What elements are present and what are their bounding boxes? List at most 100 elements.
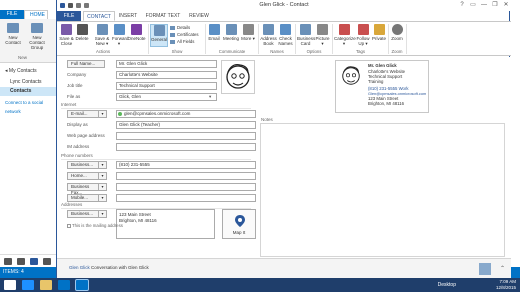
im-address-field[interactable] [116, 143, 256, 151]
email-button[interactable]: Email [207, 24, 221, 41]
full-name-field[interactable]: Mr. Glen Glick [116, 60, 217, 68]
job-title-field[interactable]: Technical Support [116, 82, 217, 90]
forward-button[interactable]: Forward ▾ [112, 24, 129, 46]
new-contact-button[interactable]: New Contact [2, 23, 24, 45]
outlook-taskbar-icon[interactable] [75, 279, 89, 291]
ribbon-display-button[interactable]: ▭ [468, 1, 478, 9]
private-button[interactable]: Private [372, 24, 386, 41]
phone-business-button[interactable]: Business... [67, 161, 99, 169]
chevron-up-icon[interactable]: ⌃ [500, 265, 505, 272]
phone-fax-arrow[interactable]: ▾ [99, 183, 107, 191]
meeting-icon [225, 24, 237, 35]
taskbar-clock[interactable]: 7:09 AM 12/8/2015 [496, 279, 516, 291]
card-city: Brighton, MI 48116 [368, 101, 404, 106]
tasks-icon[interactable] [43, 258, 51, 265]
nav-lync-contacts[interactable]: Lync Contacts [0, 78, 56, 87]
tab-format-text[interactable]: FORMAT TEXT [141, 11, 185, 21]
calendar-icon[interactable] [17, 258, 25, 265]
phone-mobile-field[interactable] [116, 194, 256, 202]
email-field[interactable]: glen@cpmsales.onmicrosoft.com [116, 110, 256, 118]
check-names-icon [280, 24, 291, 35]
follow-up-button[interactable]: Follow Up ▾ [355, 24, 371, 46]
tab-contact[interactable]: CONTACT [83, 11, 115, 21]
nav-contacts[interactable]: Contacts [0, 87, 56, 96]
contact-photo[interactable] [221, 60, 255, 94]
full-name-button[interactable]: Full Name... [67, 60, 105, 68]
address-type-button[interactable]: Business... [67, 210, 99, 218]
help-button[interactable]: ? [457, 1, 467, 9]
ribbon-separator [295, 24, 296, 54]
nav-my-contacts[interactable]: ◂ My Contacts [0, 67, 56, 76]
check-names-button[interactable]: Check Names [278, 24, 293, 46]
tab-review[interactable]: REVIEW [185, 11, 213, 21]
web-page-field[interactable] [116, 132, 256, 140]
picture-label: Picture ▾ [315, 36, 330, 46]
address-type-arrow[interactable]: ▾ [99, 210, 107, 218]
people-icon[interactable] [30, 258, 38, 265]
file-as-select[interactable]: Glick, Glen [116, 93, 217, 101]
start-icon[interactable] [4, 280, 16, 290]
map-it-label: Map It [232, 230, 246, 235]
outlook-tab-file[interactable]: FILE [0, 10, 24, 19]
phone-fax-button[interactable]: Business Fax... [67, 183, 99, 195]
onenote-button[interactable]: OneNote [127, 24, 146, 41]
outlook-tab-home[interactable]: HOME [24, 10, 48, 19]
phone-fax-field[interactable] [116, 183, 256, 191]
internet-explorer-icon[interactable] [22, 280, 34, 290]
phone-business-arrow[interactable]: ▾ [99, 161, 107, 169]
mailing-address-checkbox[interactable]: This is the mailing address [67, 223, 123, 228]
new-group-label: New [18, 55, 28, 60]
save-close-button[interactable]: Save & Close [58, 24, 75, 46]
business-card-preview[interactable]: Mr. Glen Glick Charlotte's Website Techn… [335, 60, 429, 113]
delete-button[interactable]: Delete [75, 24, 89, 41]
save-close-label: Save & Close [59, 36, 74, 46]
people-avatar[interactable] [479, 263, 491, 275]
restore-button[interactable]: ❐ [490, 1, 500, 9]
company-field[interactable]: Charlotte's Website [116, 71, 217, 79]
lock-icon [373, 24, 385, 35]
map-it-button[interactable]: Map It [222, 209, 256, 239]
phone-mobile-button[interactable]: Mobile... [67, 194, 99, 202]
phone-mobile-arrow[interactable]: ▾ [99, 194, 107, 202]
contact-form: Full Name... Mr. Glen Glick Company Char… [57, 57, 511, 258]
business-card-button[interactable]: Business Card [297, 24, 315, 46]
general-button[interactable]: General [150, 24, 168, 47]
display-as-field[interactable]: Glen Glick (Teacher) [116, 121, 256, 129]
address-book-button[interactable]: Address Book [260, 24, 277, 46]
file-explorer-icon[interactable] [40, 280, 52, 290]
meeting-button[interactable]: Meeting [222, 24, 240, 41]
categorize-button[interactable]: Categorize ▾ [334, 24, 356, 46]
close-button[interactable]: ✕ [501, 1, 511, 9]
internet-section-label: Internet [61, 102, 255, 109]
window-title: Glen Glick - Contact [259, 2, 309, 8]
minimize-button[interactable]: — [479, 1, 489, 9]
people-pane-text[interactable]: Glen Glick Conversation with Glen Glick [69, 265, 149, 270]
check-names-label: Check Names [278, 36, 293, 46]
email-button-field[interactable]: E-mail... [67, 110, 99, 118]
ribbon-tabs: FILE CONTACT INSERT FORMAT TEXT REVIEW [57, 11, 511, 21]
picture-button[interactable]: Picture ▾ [315, 24, 330, 46]
tab-file[interactable]: FILE [57, 11, 81, 21]
zoom-button[interactable]: Zoom [390, 24, 404, 41]
more-button[interactable]: More ▾ [241, 24, 255, 41]
save-new-icon [96, 24, 108, 35]
certificates-button[interactable]: Certificates [170, 32, 199, 37]
phone-home-arrow[interactable]: ▾ [99, 172, 107, 180]
contact-card-icon [7, 23, 19, 33]
tab-insert[interactable]: INSERT [115, 11, 141, 21]
lync-icon[interactable] [58, 280, 70, 290]
all-fields-button[interactable]: All Fields [170, 39, 194, 44]
connect-social-link[interactable]: Connect to a social network [0, 98, 56, 114]
notes-field[interactable] [260, 123, 505, 257]
phone-home-button[interactable]: Home... [67, 172, 99, 180]
email-dropdown-arrow[interactable]: ▾ [99, 110, 107, 118]
phone-home-field[interactable] [116, 172, 256, 180]
phone-business-field[interactable]: (810) 231-5555 [116, 161, 256, 169]
save-new-button[interactable]: Save & New ▾ [91, 24, 113, 46]
mail-icon[interactable] [4, 258, 12, 265]
desktop-toolbar[interactable]: Desktop [438, 282, 456, 288]
details-button[interactable]: Details [170, 25, 190, 30]
address-field[interactable]: 123 Main Street Brighton, MI 48116 [116, 209, 215, 239]
new-contact-group-button[interactable]: New Contact Group [26, 23, 48, 50]
ribbon-separator [205, 24, 206, 54]
